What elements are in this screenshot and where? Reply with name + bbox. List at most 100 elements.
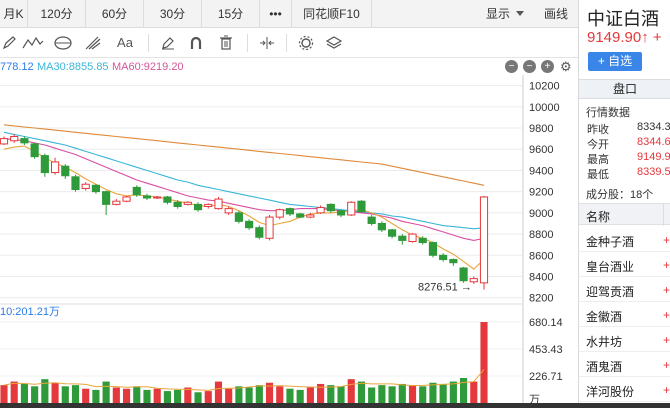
volume-bar bbox=[378, 385, 386, 403]
constituent-row[interactable]: 金种子酒 + bbox=[579, 228, 670, 252]
candle-body bbox=[306, 214, 315, 218]
y-tick-label: 9600 bbox=[529, 144, 553, 156]
min-price-label: 8276.51 → bbox=[418, 282, 472, 294]
settings-icon[interactable]: ⚙ bbox=[560, 59, 572, 75]
candle-body bbox=[428, 242, 438, 256]
volume-bar bbox=[10, 381, 18, 403]
candle-body bbox=[449, 259, 458, 264]
candle-body bbox=[132, 186, 141, 196]
volume-bar bbox=[480, 322, 488, 403]
constituent-row[interactable]: 酒鬼酒 + bbox=[579, 353, 670, 377]
period-month-k[interactable]: 月K bbox=[0, 0, 28, 27]
volume-bar bbox=[357, 381, 366, 403]
eraser-icon[interactable] bbox=[155, 28, 181, 58]
drawing-toolbar: Aa bbox=[0, 28, 578, 58]
y-tick-label: 8200 bbox=[529, 293, 553, 305]
draw-line-button[interactable]: 画线 bbox=[534, 0, 578, 27]
candle-body bbox=[122, 196, 131, 202]
candle-body bbox=[418, 237, 427, 244]
minus-icon[interactable]: − bbox=[505, 60, 518, 73]
volume-bar bbox=[419, 386, 427, 403]
candle-body bbox=[40, 155, 49, 174]
minus-icon[interactable]: − bbox=[523, 60, 536, 73]
y-tick-label: 8600 bbox=[529, 250, 553, 262]
constituent-row[interactable]: 金徽酒 + bbox=[579, 303, 670, 327]
display-menu[interactable]: 显示 bbox=[476, 0, 534, 27]
ma-short-line bbox=[3, 145, 485, 270]
index-title: 中证白酒 bbox=[587, 9, 659, 29]
period-60min[interactable]: 60分 bbox=[86, 0, 144, 27]
period-30min[interactable]: 30分 bbox=[144, 0, 202, 27]
candle-body bbox=[326, 203, 335, 212]
candle-body bbox=[224, 208, 233, 214]
volume-bar bbox=[439, 383, 447, 403]
candle-body bbox=[193, 203, 203, 211]
candle-body bbox=[204, 203, 213, 207]
volume-bar bbox=[31, 386, 39, 403]
candle-body bbox=[30, 143, 39, 158]
constituent-row[interactable]: 洋河股份 + bbox=[579, 378, 670, 402]
constituent-row[interactable]: 水井坊 + bbox=[579, 328, 670, 352]
split-icon[interactable] bbox=[254, 28, 280, 58]
volume-bar bbox=[368, 387, 376, 403]
plus-icon[interactable]: + bbox=[541, 60, 554, 73]
volume-bar bbox=[429, 382, 437, 403]
constituent-row[interactable]: 皇台酒业 + bbox=[579, 253, 670, 277]
volume-bar bbox=[71, 385, 80, 403]
magnet-icon[interactable] bbox=[181, 28, 211, 58]
fork-icon[interactable] bbox=[78, 28, 108, 58]
constituents-header: 名称 bbox=[579, 203, 670, 226]
candle-body bbox=[285, 208, 295, 215]
y-tick-label: 9800 bbox=[529, 123, 553, 135]
volume-bar bbox=[337, 386, 345, 403]
volume-bar bbox=[235, 386, 243, 403]
kline-chart[interactable]: 10200 10000 9800 9600 9400 9200 9000 8800 8600 84… bbox=[0, 75, 578, 403]
candle-body bbox=[336, 210, 346, 216]
volume-tick-label: 万 bbox=[529, 394, 540, 403]
volume-tick-label: 453.43 bbox=[529, 344, 563, 356]
volume-bar bbox=[102, 381, 110, 403]
volume-bar bbox=[214, 381, 223, 403]
volume-bar bbox=[143, 389, 151, 403]
candle-body bbox=[255, 227, 264, 238]
volume-bar bbox=[347, 379, 355, 403]
volume-bar bbox=[20, 383, 28, 403]
candle-body bbox=[91, 184, 100, 193]
candle-body bbox=[357, 200, 366, 213]
volume-bar bbox=[92, 389, 100, 403]
text-icon[interactable]: Aa bbox=[108, 28, 142, 58]
period-120min[interactable]: 120分 bbox=[28, 0, 86, 27]
volume-tick-label: 226.71 bbox=[529, 371, 563, 383]
trash-icon[interactable] bbox=[211, 28, 241, 58]
volume-bar bbox=[276, 386, 284, 403]
tab-order-book[interactable]: 盘口 bbox=[579, 79, 670, 99]
more-periods-button[interactable]: ••• bbox=[260, 0, 292, 27]
candle-body bbox=[296, 213, 305, 218]
settings-icon[interactable] bbox=[293, 28, 319, 58]
volume-tick-label: 680.14 bbox=[529, 317, 563, 329]
candle-body bbox=[102, 191, 111, 205]
add-watchlist-button[interactable]: + 自选 bbox=[588, 52, 642, 71]
f10-button[interactable]: 同花顺F10 bbox=[292, 0, 372, 27]
period-15min[interactable]: 15分 bbox=[202, 0, 260, 27]
chevron-down-icon bbox=[515, 11, 524, 16]
candle-body bbox=[153, 196, 162, 199]
volume-bar bbox=[61, 386, 69, 403]
y-tick-label: 8800 bbox=[529, 229, 553, 241]
cycle-icon[interactable] bbox=[48, 28, 78, 58]
candle-body bbox=[439, 254, 448, 261]
candle-body bbox=[112, 200, 121, 205]
candle-body bbox=[173, 201, 182, 207]
bottom-border bbox=[0, 403, 670, 408]
candle-body bbox=[81, 183, 90, 189]
candle-body bbox=[214, 198, 223, 210]
layers-icon[interactable] bbox=[319, 28, 349, 58]
volume-bar bbox=[408, 385, 417, 403]
wave-line-icon[interactable] bbox=[18, 28, 48, 58]
volume-bar bbox=[82, 388, 90, 403]
constituent-row[interactable]: 迎驾贡酒 + bbox=[579, 278, 670, 302]
candle-body bbox=[388, 229, 397, 237]
y-tick-label: 9000 bbox=[529, 208, 553, 220]
candle-body bbox=[20, 138, 29, 144]
pencil-icon[interactable] bbox=[0, 28, 18, 58]
